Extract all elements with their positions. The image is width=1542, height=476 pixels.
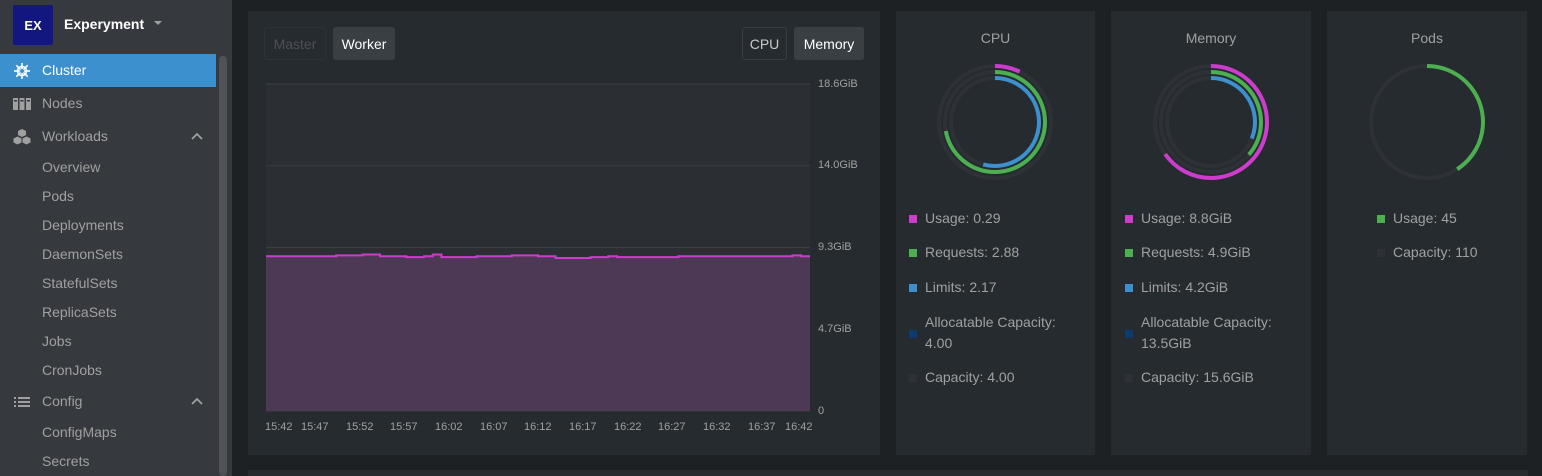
legend-dot [909,284,917,292]
legend-dot [1125,374,1133,382]
y-tick-label: 4.7GiB [818,323,852,335]
cpu-donut-chart [937,64,1053,180]
x-tick-label: 16:42 [785,421,813,433]
memory-legend-limits: Limits: 4.2GiB [1141,279,1229,295]
y-tick-label: 9.3GiB [818,241,852,253]
memory-legend-requests: Requests: 4.9GiB [1141,244,1251,260]
y-tick-label: 0 [818,405,825,417]
x-tick-label: 15:57 [390,421,418,433]
legend-dot [909,330,917,338]
y-tick-label: 18.6GiB [818,78,858,90]
x-tick-label: 16:02 [435,421,463,433]
cpu-legend-limits: Limits: 2.17 [925,279,997,295]
memory-legend-usage: Usage: 8.8GiB [1141,210,1233,226]
pods-legend-usage: Usage: 45 [1393,210,1457,226]
x-tick-label: 15:47 [301,421,329,433]
cpu-legend-capacity: Capacity: 4.00 [925,369,1015,385]
legend-dot [1125,330,1133,338]
x-tick-label: 16:37 [748,421,776,433]
x-tick-label: 15:42 [265,421,293,433]
x-tick-label: 15:52 [346,421,374,433]
pods-donut-chart [1369,64,1485,180]
legend-dot [909,249,917,257]
lower-panel-edge [248,470,1528,476]
memory-usage-area [266,254,810,411]
legend-dot [1377,249,1385,257]
legend-dot [1125,249,1133,257]
pods-title: Pods [1411,30,1443,46]
x-tick-label: 16:07 [480,421,508,433]
cpu-title: CPU [980,30,1011,46]
x-tick-label: 16:27 [658,421,686,433]
cpu-legend-requests: Requests: 2.88 [925,244,1020,260]
legend-dot [909,374,917,382]
memory-title: Memory [1185,30,1237,46]
pods-legend-capacity: Capacity: 110 [1393,244,1478,260]
legend-dot [909,215,917,223]
memory-legend-allocatable: Allocatable Capacity: 13.5GiB [1141,314,1272,351]
x-tick-label: 16:12 [524,421,552,433]
capacity-ring [937,64,1053,180]
cpu-legend-allocatable: Allocatable Capacity: 4.00 [925,314,1056,351]
cpu-legend-usage: Usage: 0.29 [925,210,1001,226]
memory-donut-chart [1153,64,1269,180]
legend-dot [1125,284,1133,292]
x-tick-label: 16:22 [614,421,642,433]
legend-dot [1377,215,1385,223]
memory-legend-capacity: Capacity: 15.6GiB [1141,369,1254,385]
x-tick-label: 16:17 [569,421,597,433]
x-tick-label: 16:32 [703,421,731,433]
legend-dot [1125,215,1133,223]
y-tick-label: 14.0GiB [818,159,858,171]
